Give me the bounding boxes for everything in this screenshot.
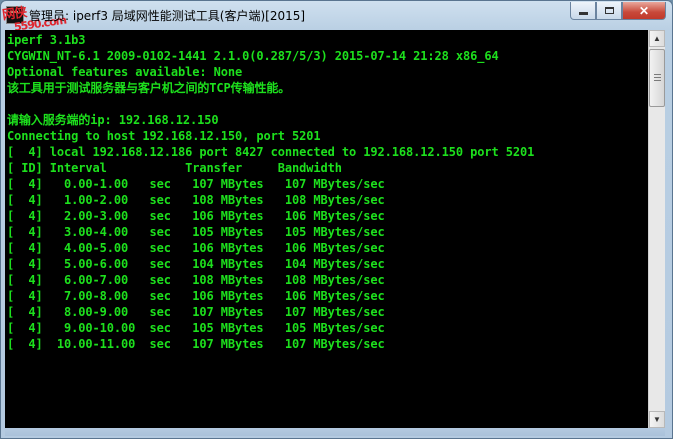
vertical-scrollbar[interactable]: ▲ ▼ xyxy=(648,30,665,428)
console-line: Optional features available: None xyxy=(7,65,243,79)
down-arrow-icon: ▼ xyxy=(653,415,661,424)
console-output[interactable]: iperf 3.1b3 CYGWIN_NT-6.1 2009-0102-1441 … xyxy=(5,30,648,428)
console-line: [ 4] 3.00-4.00 sec 105 MBytes 105 MBytes… xyxy=(7,225,385,239)
close-button[interactable]: ✕ xyxy=(622,2,666,20)
window-title: 管理员: iperf3 局域网性能测试工具(客户端)[2015] xyxy=(29,9,306,23)
minimize-button[interactable] xyxy=(570,2,596,20)
close-icon: ✕ xyxy=(638,3,650,18)
minimize-icon xyxy=(578,12,588,15)
grip-line xyxy=(654,74,661,75)
maximize-icon xyxy=(604,7,614,14)
title-bar[interactable]: 网侠 5590.com 管理员: iperf3 局域网性能测试工具(客户端)[2… xyxy=(1,1,672,34)
grip-line xyxy=(654,77,661,78)
console-line: [ 4] 4.00-5.00 sec 106 MBytes 106 MBytes… xyxy=(7,241,385,255)
console-line: [ 4] 6.00-7.00 sec 108 MBytes 108 MBytes… xyxy=(7,273,385,287)
maximize-button[interactable] xyxy=(596,2,622,20)
console-line: [ 4] 5.00-6.00 sec 104 MBytes 104 MBytes… xyxy=(7,257,385,271)
console-line: [ 4] local 192.168.12.186 port 8427 conn… xyxy=(7,145,535,159)
console-line: [ 4] 2.00-3.00 sec 106 MBytes 106 MBytes… xyxy=(7,209,385,223)
window-controls: ✕ xyxy=(570,2,666,20)
console-line: CYGWIN_NT-6.1 2009-0102-1441 2.1.0(0.287… xyxy=(7,49,499,63)
console-text: iperf 3.1b3 CYGWIN_NT-6.1 2009-0102-1441 … xyxy=(7,32,534,352)
console-line: iperf 3.1b3 xyxy=(7,33,86,47)
grip-line xyxy=(654,80,661,81)
window-bottom-border xyxy=(5,428,665,436)
console-line: [ 4] 10.00-11.00 sec 107 MBytes 107 MByt… xyxy=(7,337,385,351)
console-line: [ 4] 9.00-10.00 sec 105 MBytes 105 MByte… xyxy=(7,321,385,335)
scroll-down-button[interactable]: ▼ xyxy=(649,411,665,428)
console-line: [ 4] 1.00-2.00 sec 108 MBytes 108 MBytes… xyxy=(7,193,385,207)
scroll-up-button[interactable]: ▲ xyxy=(649,30,665,47)
console-line: [ 4] 8.00-9.00 sec 107 MBytes 107 MBytes… xyxy=(7,305,385,319)
console-line: 请输入服务端的ip: 192.168.12.150 xyxy=(7,113,219,127)
console-window: 网侠 5590.com 管理员: iperf3 局域网性能测试工具(客户端)[2… xyxy=(0,0,673,439)
console-line: [ 4] 7.00-8.00 sec 106 MBytes 106 MBytes… xyxy=(7,289,385,303)
up-arrow-icon: ▲ xyxy=(653,34,661,43)
console-line: 该工具用于测试服务器与客户机之间的TCP传输性能。 xyxy=(7,81,291,95)
scroll-thumb[interactable] xyxy=(649,49,665,107)
console-line: Connecting to host 192.168.12.150, port … xyxy=(7,129,321,143)
console-line: [ ID] Interval Transfer Bandwidth xyxy=(7,161,342,175)
console-line: [ 4] 0.00-1.00 sec 107 MBytes 107 MBytes… xyxy=(7,177,385,191)
